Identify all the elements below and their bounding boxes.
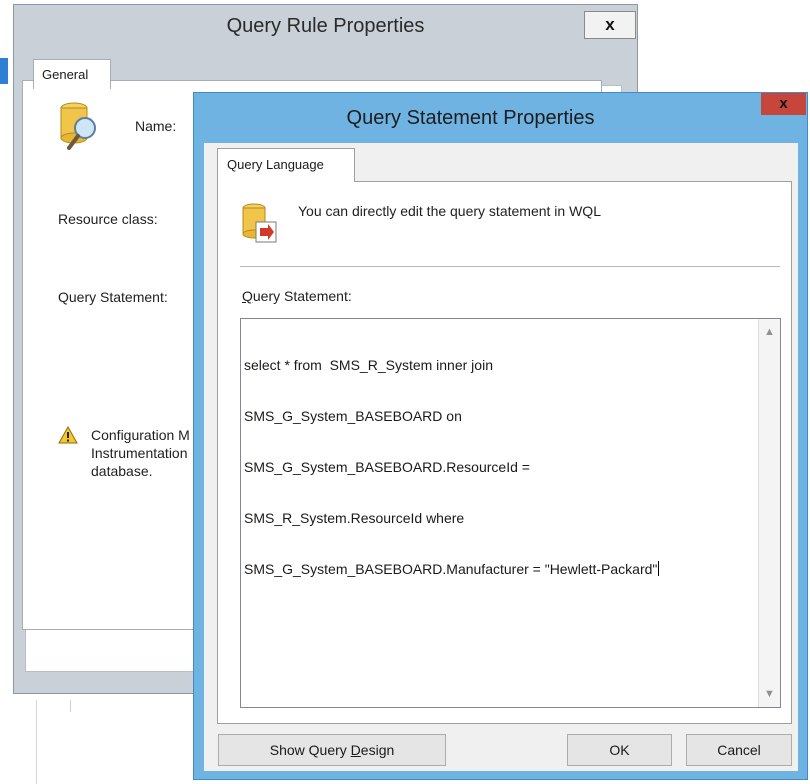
vertical-scrollbar[interactable]: ▲ ▼ <box>758 319 780 707</box>
info-message: You can directly edit the query statemen… <box>298 203 601 219</box>
cancel-button[interactable]: Cancel <box>686 734 792 766</box>
scroll-up-icon[interactable]: ▲ <box>759 321 780 343</box>
query-text[interactable]: select * from SMS_R_System inner join SM… <box>244 323 754 612</box>
background-accent-strip <box>0 58 8 84</box>
name-label: Name: <box>135 118 177 134</box>
close-button[interactable]: x <box>761 93 806 115</box>
close-button[interactable]: x <box>584 11 636 39</box>
query-statement-label: Query Statement: <box>242 288 352 304</box>
database-magnifier-icon <box>60 102 96 150</box>
background-divider <box>70 700 71 712</box>
resource-class-label: Resource class: <box>58 211 158 227</box>
query-statement-textarea[interactable]: select * from SMS_R_System inner join SM… <box>240 318 781 708</box>
tab-query-language[interactable]: Query Language <box>217 148 355 182</box>
scroll-down-icon[interactable]: ▼ <box>759 683 780 705</box>
dialog-title: Query Statement Properties <box>346 107 595 129</box>
warning-message: Configuration M Instrumentation database… <box>91 427 190 479</box>
query-statement-label: Query Statement: <box>58 289 168 305</box>
tab-general[interactable]: General <box>33 59 111 89</box>
show-query-design-button[interactable]: Show Query Design <box>218 734 446 766</box>
warning-icon <box>58 426 78 444</box>
ok-button[interactable]: OK <box>567 734 672 766</box>
separator <box>240 266 780 267</box>
text-caret <box>658 561 660 576</box>
dialog-title: Query Rule Properties <box>226 15 425 37</box>
background-divider <box>36 700 37 784</box>
database-arrow-icon <box>242 203 277 243</box>
